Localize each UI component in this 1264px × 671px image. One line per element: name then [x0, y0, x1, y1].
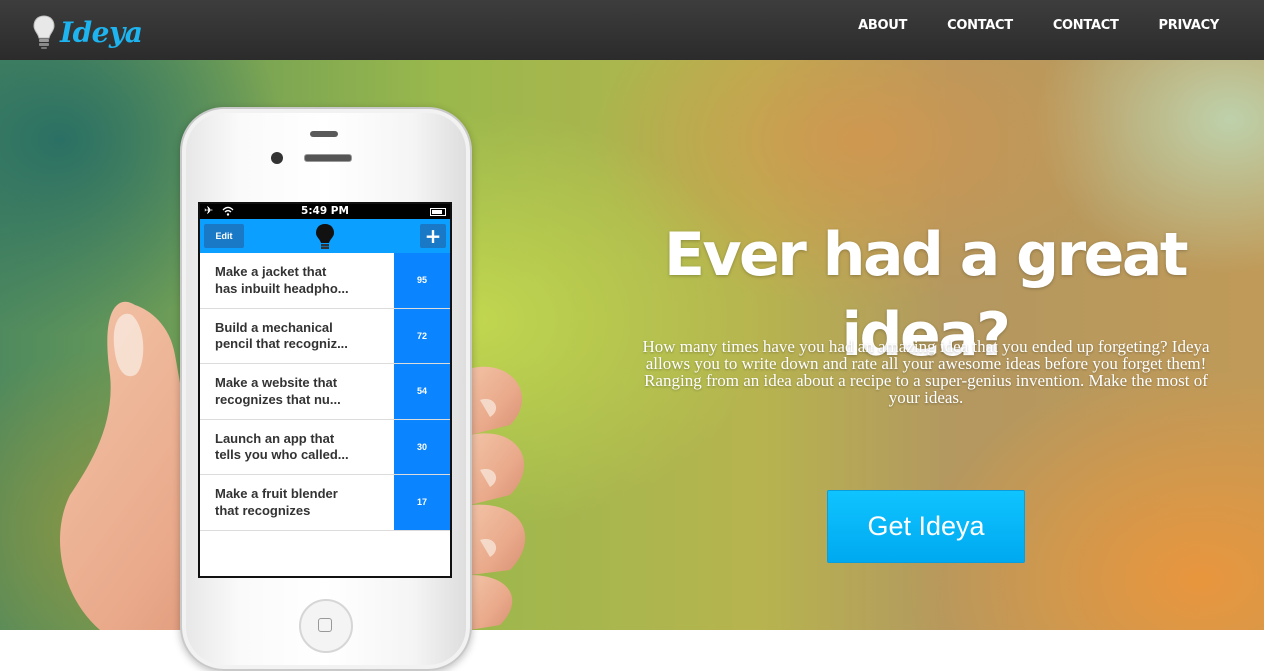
idea-line-1: Make a fruit blender	[215, 486, 338, 501]
idea-score: 17	[394, 475, 450, 530]
nav-privacy[interactable]: PRIVACY	[1159, 18, 1220, 33]
idea-text: Make a fruit blender that recognizes	[200, 475, 394, 530]
idea-score: 54	[394, 364, 450, 419]
idea-line-2: recognizes that nu...	[215, 391, 341, 407]
phone-mockup: ✈ 5:49 PM Edit + Make a jacket that has …	[180, 107, 472, 671]
hero-description: How many times have you had an amazing i…	[642, 337, 1210, 407]
idea-list: Make a jacket that has inbuilt headpho..…	[200, 253, 450, 531]
idea-text: Launch an app that tells you who called.…	[200, 420, 394, 475]
idea-row[interactable]: Make a fruit blender that recognizes 17	[200, 475, 450, 531]
idea-row[interactable]: Make a jacket that has inbuilt headpho..…	[200, 253, 450, 309]
idea-line-2: pencil that recogniz...	[215, 336, 348, 351]
idea-line-2: that recognizes	[215, 502, 311, 518]
idea-score: 95	[394, 253, 450, 308]
idea-line-1: Make a jacket that	[215, 264, 327, 279]
idea-row[interactable]: Launch an app that tells you who called.…	[200, 419, 450, 475]
idea-line-2: tells you who called...	[215, 447, 349, 462]
idea-row[interactable]: Build a mechanical pencil that recogniz.…	[200, 308, 450, 364]
nav-about[interactable]: ABOUT	[858, 18, 907, 33]
idea-line-1: Make a website that	[215, 375, 338, 390]
idea-row[interactable]: Make a website that recognizes that nu..…	[200, 364, 450, 420]
phone-screen: ✈ 5:49 PM Edit + Make a jacket that has …	[198, 202, 452, 578]
get-ideya-button[interactable]: Get Ideya	[827, 490, 1025, 563]
top-navbar: Ideya ABOUT CONTACT CONTACT PRIVACY	[0, 0, 1264, 60]
idea-score: 72	[394, 308, 450, 363]
phone-camera	[271, 152, 283, 164]
idea-line-1: Build a mechanical	[215, 319, 333, 335]
battery-icon	[430, 208, 446, 216]
brand-logo[interactable]: Ideya	[32, 12, 143, 52]
main-nav: ABOUT CONTACT CONTACT PRIVACY	[818, 0, 1219, 50]
status-bar: ✈ 5:49 PM	[200, 204, 450, 219]
phone-earpiece	[304, 154, 352, 162]
idea-score: 30	[394, 419, 450, 474]
home-square-icon	[318, 618, 332, 632]
lightbulb-icon	[316, 224, 334, 249]
lightbulb-icon	[33, 15, 55, 49]
idea-line-1: Launch an app that	[215, 430, 335, 446]
nav-contact[interactable]: CONTACT	[947, 18, 1013, 33]
idea-line-2: has inbuilt headpho...	[215, 280, 349, 296]
app-toolbar: Edit +	[200, 219, 450, 253]
nav-contact-2[interactable]: CONTACT	[1053, 18, 1119, 33]
phone-home-button	[299, 599, 353, 653]
phone-speaker	[310, 131, 338, 137]
idea-text: Make a jacket that has inbuilt headpho..…	[200, 253, 394, 308]
edit-button[interactable]: Edit	[204, 224, 244, 248]
add-idea-button[interactable]: +	[420, 224, 446, 248]
idea-text: Make a website that recognizes that nu..…	[200, 364, 394, 419]
idea-text: Build a mechanical pencil that recogniz.…	[200, 309, 394, 364]
status-time: 5:49 PM	[301, 205, 349, 217]
brand-name: Ideya	[60, 15, 143, 49]
